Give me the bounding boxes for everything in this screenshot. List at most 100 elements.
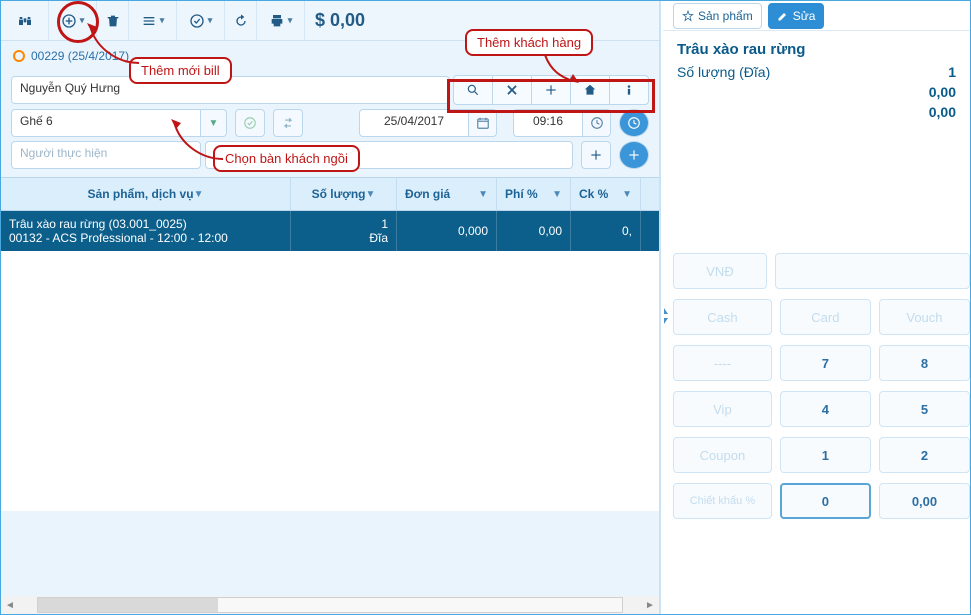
menu-icon [141,13,157,29]
scroll-left-arrow[interactable]: ◄ [1,597,19,613]
refresh-icon [233,13,249,29]
plus-icon [544,83,558,97]
time-now-button[interactable] [619,109,649,137]
clock-fill-icon [627,116,641,130]
row-fee-value: 0,00 [539,224,562,238]
column-product-header[interactable]: Sản phẩm, dịch vụ▼ [1,178,291,210]
plus-circle-fill-icon [627,148,641,162]
close-icon [505,83,519,97]
discount-pct-button[interactable]: Chiết khấu % [673,483,772,519]
customer-clear-button[interactable] [492,75,532,105]
keypad-0[interactable]: 0 [780,483,871,519]
date-picker-button[interactable] [469,109,497,137]
bill-status-dot [13,50,25,62]
search-icon [466,83,480,97]
performer-input[interactable]: Người thực hiện [11,141,201,169]
amount-display[interactable] [775,253,970,289]
detail-qty-label: Số lượng (Đĩa) [677,64,770,80]
dash-button[interactable]: ---- [673,345,772,381]
keypad-4[interactable]: 4 [780,391,871,427]
keypad-7[interactable]: 7 [780,345,871,381]
trash-icon [105,13,121,29]
column-qty-header[interactable]: Số lượng▼ [291,178,397,210]
clock-icon [590,116,604,130]
customer-name-input[interactable]: Nguyễn Quý Hưng [11,76,450,104]
detail-product-title: Trâu xào rau rừng [677,41,956,58]
customer-search-button[interactable] [453,75,493,105]
column-ck-label: Ck % [579,187,608,201]
seat-confirm-button[interactable] [235,109,265,137]
time-input[interactable]: 09:16 [513,109,583,137]
detail-price-2: 0,00 [929,104,956,120]
voucher-button[interactable]: Vouch [879,299,970,335]
date-input[interactable]: 25/04/2017 [359,109,469,137]
coupon-button[interactable]: Coupon [673,437,772,473]
column-fee-header[interactable]: Phí % ▼ [497,178,571,210]
column-price-header[interactable]: Đơn giá▼ [397,178,497,210]
card-button[interactable]: Card [780,299,871,335]
filter-icon[interactable]: ▼ [365,189,375,200]
scroll-track[interactable] [37,597,623,613]
total-price-display: $ 0,00 [305,1,375,40]
check-circle-icon [189,13,205,29]
product-tab[interactable]: Sản phẩm [673,3,762,29]
calendar-icon [476,116,490,130]
column-qty-label: Số lượng [312,187,366,201]
detail-price-1: 0,00 [929,84,956,100]
vip-button[interactable]: Vip [673,391,772,427]
scroll-thumb[interactable] [38,598,218,612]
note-add-circle-button[interactable] [619,141,649,169]
star-icon [682,10,694,22]
keypad-8[interactable]: 8 [879,345,970,381]
seat-select[interactable]: Ghế 6 [11,109,201,137]
row-price-value: 0,000 [458,224,488,238]
swap-icon [281,116,295,130]
bill-tabs: 00229 (25/4/2017) [1,41,659,71]
filter-icon[interactable]: ▼ [552,189,562,200]
filter-icon[interactable]: ▼ [478,189,488,200]
column-ck-header[interactable]: Ck % ▼ [571,178,641,210]
detail-qty-value: 1 [948,64,956,80]
filter-icon[interactable]: ▼ [194,189,204,200]
bill-tab-label[interactable]: 00229 (25/4/2017) [31,49,129,63]
keypad: VNĐ Cash Card Vouch ---- 7 8 Vip 4 5 Cou… [663,253,970,529]
plus-circle-icon [61,13,77,29]
menu-button[interactable]: ▾ [129,1,177,40]
check-icon [243,116,257,130]
horizontal-scrollbar[interactable]: ◄ ► [1,596,659,614]
plus-icon [589,148,603,162]
keypad-1[interactable]: 1 [780,437,871,473]
row-qty-unit: Đĩa [369,231,388,245]
print-button[interactable]: ▾ [257,1,305,40]
time-picker-button[interactable] [583,109,611,137]
add-bill-button[interactable]: ▾ [49,1,97,40]
scroll-right-arrow[interactable]: ► [641,597,659,613]
note-add-button[interactable] [581,141,611,169]
customer-add-button[interactable] [531,75,571,105]
customer-home-button[interactable] [570,75,610,105]
row-product-name: Trâu xào rau rừng (03.001_0025) [9,217,282,231]
binoculars-button[interactable] [1,1,49,40]
currency-button[interactable]: VNĐ [673,253,767,289]
confirm-button[interactable]: ▾ [177,1,225,40]
info-icon [622,83,636,97]
filter-icon[interactable]: ▼ [622,189,632,200]
edit-tab-label: Sửa [793,9,816,23]
column-fee-label: Phí % [505,187,538,201]
keypad-2[interactable]: 2 [879,437,970,473]
cash-button[interactable]: Cash [673,299,772,335]
seat-dropdown-button[interactable]: ▼ [201,109,227,137]
row-ck-value: 0, [622,224,632,238]
print-icon [269,13,285,29]
keypad-amount[interactable]: 0,00 [879,483,970,519]
seat-swap-button[interactable] [273,109,303,137]
keypad-5[interactable]: 5 [879,391,970,427]
note-input[interactable]: hi chú [205,141,573,169]
table-row[interactable]: Trâu xào rau rừng (03.001_0025) 00132 - … [1,211,659,251]
refresh-button[interactable] [225,1,257,40]
customer-info-button[interactable] [609,75,649,105]
edit-tab[interactable]: Sửa [768,3,825,29]
delete-bill-button[interactable] [97,1,129,40]
grid-header: Sản phẩm, dịch vụ▼ Số lượng▼ Đơn giá▼ Ph… [1,177,659,211]
pencil-icon [777,10,789,22]
